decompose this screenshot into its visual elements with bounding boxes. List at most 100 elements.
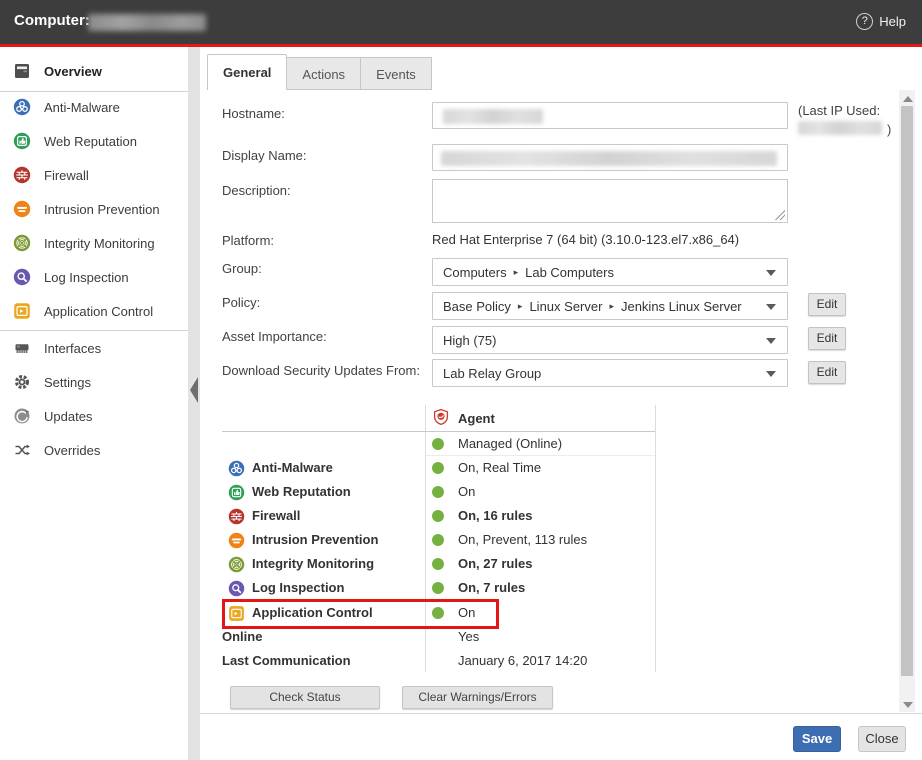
table-column-divider — [655, 405, 656, 672]
table-row-value: On, 7 rules — [458, 580, 525, 595]
table-row-divider — [426, 455, 655, 456]
dropdown-caret-icon — [766, 304, 776, 310]
integrity-monitoring-icon — [13, 234, 31, 252]
status-dot-icon — [432, 438, 444, 450]
asset-importance-label: Asset Importance: — [222, 329, 327, 344]
platform-value: Red Hat Enterprise 7 (64 bit) (3.10.0-12… — [432, 232, 739, 247]
policy-segment: Jenkins Linux Server — [621, 299, 742, 314]
title-bar: Computer: ? Help — [0, 0, 922, 44]
policy-edit-button[interactable]: Edit — [808, 293, 846, 316]
table-row-label: Online — [222, 629, 262, 644]
table-row-value: On, 16 rules — [458, 508, 532, 523]
computer-name-redacted — [88, 14, 206, 31]
table-row-value: On, Real Time — [458, 460, 541, 475]
footer-divider — [200, 713, 922, 714]
table-row-label: Anti-Malware — [252, 460, 333, 475]
sidebar-item-overview[interactable]: Overview — [0, 51, 188, 91]
description-textarea[interactable] — [432, 179, 788, 223]
status-dot-icon — [432, 558, 444, 570]
window-title: Computer: — [14, 12, 90, 29]
update-source-label: Download Security Updates From: — [222, 363, 420, 378]
clear-warnings-button[interactable]: Clear Warnings/Errors — [402, 686, 553, 709]
settings-icon — [13, 373, 31, 391]
integrity-monitoring-icon — [228, 556, 245, 573]
scroll-down-icon[interactable] — [903, 702, 913, 708]
last-ip-label: (Last IP Used: — [798, 103, 880, 118]
status-dot-icon — [432, 582, 444, 594]
overrides-icon — [13, 441, 31, 459]
policy-segment: Linux Server — [529, 299, 602, 314]
sidebar-item-intrusion-prevention[interactable]: Intrusion Prevention — [0, 192, 188, 226]
sidebar-item-interfaces[interactable]: Interfaces — [0, 331, 188, 365]
sidebar-item-web-reputation[interactable]: Web Reputation — [0, 124, 188, 158]
sidebar: Overview Anti-Malware Web Reputation Fir… — [0, 47, 188, 760]
sidebar-item-anti-malware[interactable]: Anti-Malware — [0, 90, 188, 124]
hostname-input[interactable] — [432, 102, 788, 129]
sidebar-item-settings[interactable]: Settings — [0, 365, 188, 399]
check-status-button[interactable]: Check Status — [230, 686, 380, 709]
save-button[interactable]: Save — [793, 726, 841, 752]
asset-importance-edit-button[interactable]: Edit — [808, 327, 846, 350]
agent-status-value: Managed (Online) — [458, 436, 562, 451]
sidebar-item-label: Overview — [44, 64, 102, 79]
sidebar-item-label: Settings — [44, 375, 91, 390]
table-row-label: Log Inspection — [252, 580, 344, 595]
collapse-sidebar-icon[interactable] — [190, 377, 198, 403]
scrollbar-thumb[interactable] — [901, 106, 913, 676]
update-source-select[interactable]: Lab Relay Group — [432, 359, 788, 387]
dropdown-caret-icon — [766, 270, 776, 276]
asset-importance-value: High (75) — [443, 333, 496, 348]
log-inspection-icon — [13, 268, 31, 286]
firewall-icon — [228, 508, 245, 525]
resize-handle-icon[interactable] — [775, 210, 785, 220]
agent-shield-icon — [432, 408, 450, 426]
tab-bar: General Actions Events — [200, 47, 922, 90]
sidebar-item-label: Overrides — [44, 443, 100, 458]
policy-select[interactable]: Base Policy ▸ Linux Server ▸ Jenkins Lin… — [432, 292, 788, 320]
table-row-value: On — [458, 484, 475, 499]
application-control-icon — [13, 302, 31, 320]
sidebar-item-label: Integrity Monitoring — [44, 236, 155, 251]
sidebar-item-label: Updates — [44, 409, 92, 424]
help-button[interactable]: ? Help — [856, 13, 906, 30]
tab-actions[interactable]: Actions — [287, 57, 361, 90]
table-row-value: On, 27 rules — [458, 556, 532, 571]
sidebar-item-firewall[interactable]: Firewall — [0, 158, 188, 192]
status-dot-icon — [432, 510, 444, 522]
highlight-annotation-box — [222, 599, 499, 629]
sidebar-item-integrity-monitoring[interactable]: Integrity Monitoring — [0, 226, 188, 260]
tab-general[interactable]: General — [207, 54, 287, 90]
asset-importance-select[interactable]: High (75) — [432, 326, 788, 354]
status-dot-icon — [432, 534, 444, 546]
agent-column-header: Agent — [458, 411, 495, 426]
table-row-value: Yes — [458, 629, 479, 644]
sidebar-item-application-control[interactable]: Application Control — [0, 294, 188, 328]
group-segment: Computers — [443, 265, 507, 280]
status-dot-icon — [432, 486, 444, 498]
sidebar-item-log-inspection[interactable]: Log Inspection — [0, 260, 188, 294]
dropdown-caret-icon — [766, 338, 776, 344]
group-select[interactable]: Computers ▸ Lab Computers — [432, 258, 788, 286]
sidebar-item-label: Anti-Malware — [44, 100, 120, 115]
web-reputation-icon — [228, 484, 245, 501]
sidebar-item-label: Web Reputation — [44, 134, 137, 149]
display-name-input[interactable] — [432, 144, 788, 171]
tab-events[interactable]: Events — [361, 57, 432, 90]
help-label: Help — [879, 14, 906, 29]
close-button[interactable]: Close — [858, 726, 906, 752]
sidebar-item-label: Application Control — [44, 304, 153, 319]
breadcrumb-separator-icon: ▸ — [609, 301, 614, 312]
scroll-up-icon[interactable] — [903, 96, 913, 102]
sidebar-item-updates[interactable]: Updates — [0, 399, 188, 433]
update-source-edit-button[interactable]: Edit — [808, 361, 846, 384]
display-name-value-redacted — [441, 151, 777, 166]
sidebar-gutter — [188, 47, 200, 760]
firewall-icon — [13, 166, 31, 184]
web-reputation-icon — [13, 132, 31, 150]
table-row-label: Web Reputation — [252, 484, 351, 499]
anti-malware-icon — [228, 460, 245, 477]
dropdown-caret-icon — [766, 371, 776, 377]
description-label: Description: — [222, 183, 291, 198]
sidebar-item-overrides[interactable]: Overrides — [0, 433, 188, 467]
table-column-divider — [425, 405, 426, 672]
